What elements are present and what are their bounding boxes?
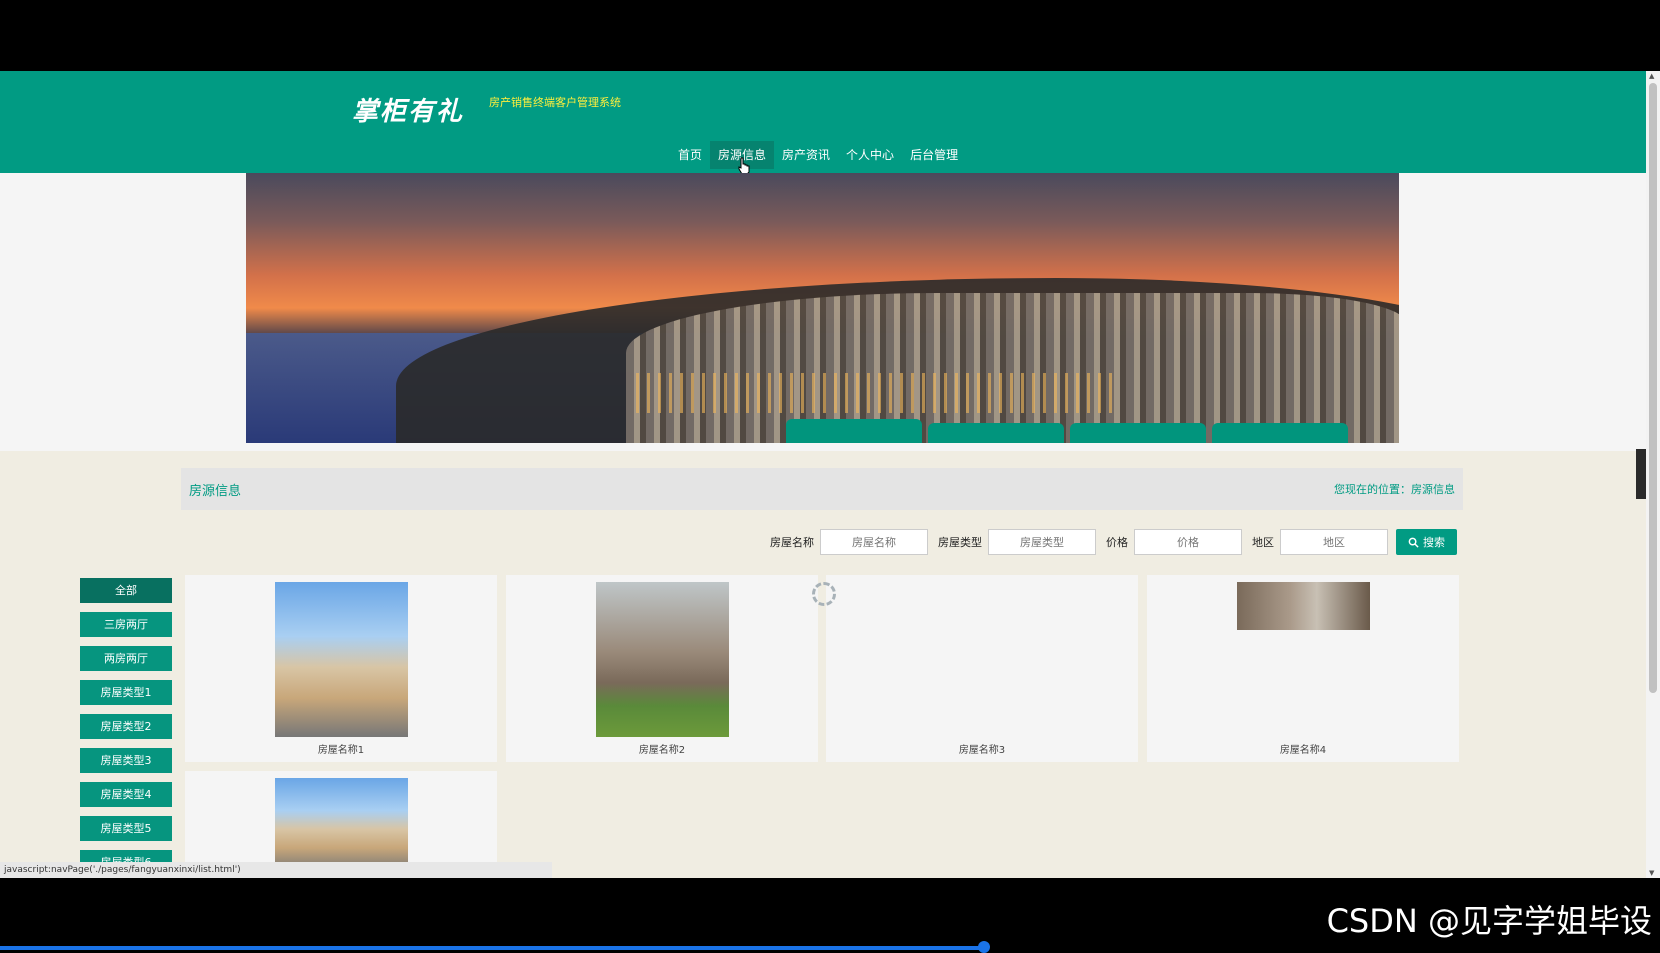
- house-name-input[interactable]: [820, 529, 928, 555]
- sidebar-item-all[interactable]: 全部: [80, 578, 172, 603]
- listing-thumbnail[interactable]: [275, 582, 408, 737]
- watermark: CSDN @见字学姐毕设: [1326, 902, 1652, 940]
- listing-card[interactable]: 房屋名称2: [506, 575, 818, 762]
- loading-spinner-icon: [812, 582, 836, 606]
- sidebar-item[interactable]: 房屋类型5: [80, 816, 172, 841]
- banner-tab[interactable]: [1070, 423, 1206, 443]
- main-nav: 首页 房源信息 房产资讯 个人中心 后台管理: [670, 141, 966, 169]
- scroll-down-icon[interactable]: ▼: [1649, 869, 1654, 877]
- banner-image: [246, 173, 1399, 443]
- search-button-label: 搜索: [1423, 536, 1445, 549]
- banner-tab[interactable]: [786, 419, 922, 443]
- banner-tab[interactable]: [1212, 423, 1348, 443]
- scrollbar-thumb[interactable]: [1649, 83, 1657, 693]
- house-type-input[interactable]: [988, 529, 1096, 555]
- listing-name[interactable]: 房屋名称1: [185, 741, 497, 756]
- video-progress-handle[interactable]: [978, 941, 990, 953]
- site-header: 掌柜有礼 房产销售终端客户管理系统 首页 房源信息 房产资讯 个人中心 后台管理: [0, 71, 1646, 175]
- listing-thumbnail[interactable]: [596, 582, 729, 737]
- sidebar-item[interactable]: 房屋类型4: [80, 782, 172, 807]
- sidebar-item[interactable]: 房屋类型2: [80, 714, 172, 739]
- listing-name[interactable]: 房屋名称3: [826, 741, 1138, 756]
- banner-tab[interactable]: [928, 423, 1064, 443]
- nav-news[interactable]: 房产资讯: [774, 141, 838, 169]
- listing-card[interactable]: 房屋名称4: [1147, 575, 1459, 762]
- video-progress-bar[interactable]: [0, 946, 985, 950]
- listing-card[interactable]: 房屋名称1: [185, 575, 497, 762]
- sidebar-item[interactable]: 房屋类型3: [80, 748, 172, 773]
- banner-tabs: [786, 419, 1348, 443]
- link-status-bar: javascript:navPage('./pages/fangyuanxinx…: [0, 862, 552, 878]
- sidebar-item[interactable]: 三房两厅: [80, 612, 172, 637]
- house-name-label: 房屋名称: [770, 536, 814, 549]
- search-button[interactable]: 搜索: [1396, 529, 1457, 555]
- area-input[interactable]: [1280, 529, 1388, 555]
- listing-card[interactable]: 房屋名称3: [826, 575, 1138, 762]
- listing-thumbnail[interactable]: [1237, 582, 1370, 630]
- page-title: 房源信息: [189, 484, 242, 499]
- listing-name[interactable]: 房屋名称2: [506, 741, 818, 756]
- section-title-bar: 房源信息 您现在的位置：房源信息: [181, 468, 1463, 510]
- browser-viewport: 掌柜有礼 房产销售终端客户管理系统 首页 房源信息 房产资讯 个人中心 后台管理: [0, 71, 1660, 878]
- price-label: 价格: [1106, 536, 1128, 549]
- category-sidebar: 全部 三房两厅 两房两厅 房屋类型1 房屋类型2 房屋类型3 房屋类型4 房屋类…: [80, 578, 172, 878]
- vertical-scrollbar[interactable]: ▲ ▼: [1646, 71, 1660, 878]
- price-input[interactable]: [1134, 529, 1242, 555]
- breadcrumb: 您现在的位置：房源信息: [1334, 483, 1455, 496]
- sidebar-item[interactable]: 两房两厅: [80, 646, 172, 671]
- area-label: 地区: [1252, 536, 1274, 549]
- search-icon: [1408, 537, 1419, 548]
- listing-name[interactable]: 房屋名称4: [1147, 741, 1459, 756]
- site-subtitle: 房产销售终端客户管理系统: [489, 96, 621, 109]
- nav-profile[interactable]: 个人中心: [838, 141, 902, 169]
- banner-area: [0, 173, 1646, 451]
- scroll-up-icon[interactable]: ▲: [1649, 72, 1654, 80]
- nav-home[interactable]: 首页: [670, 141, 710, 169]
- listing-thumbnail[interactable]: [275, 778, 408, 871]
- banner-town: [626, 293, 1399, 443]
- nav-admin[interactable]: 后台管理: [902, 141, 966, 169]
- house-type-label: 房屋类型: [938, 536, 982, 549]
- listing-card[interactable]: [185, 771, 497, 871]
- site-logo[interactable]: 掌柜有礼: [352, 91, 464, 128]
- search-bar: 房屋名称 房屋类型 价格 地区 搜索: [766, 529, 1457, 555]
- banner-lights: [636, 373, 1116, 413]
- sidebar-item[interactable]: 房屋类型1: [80, 680, 172, 705]
